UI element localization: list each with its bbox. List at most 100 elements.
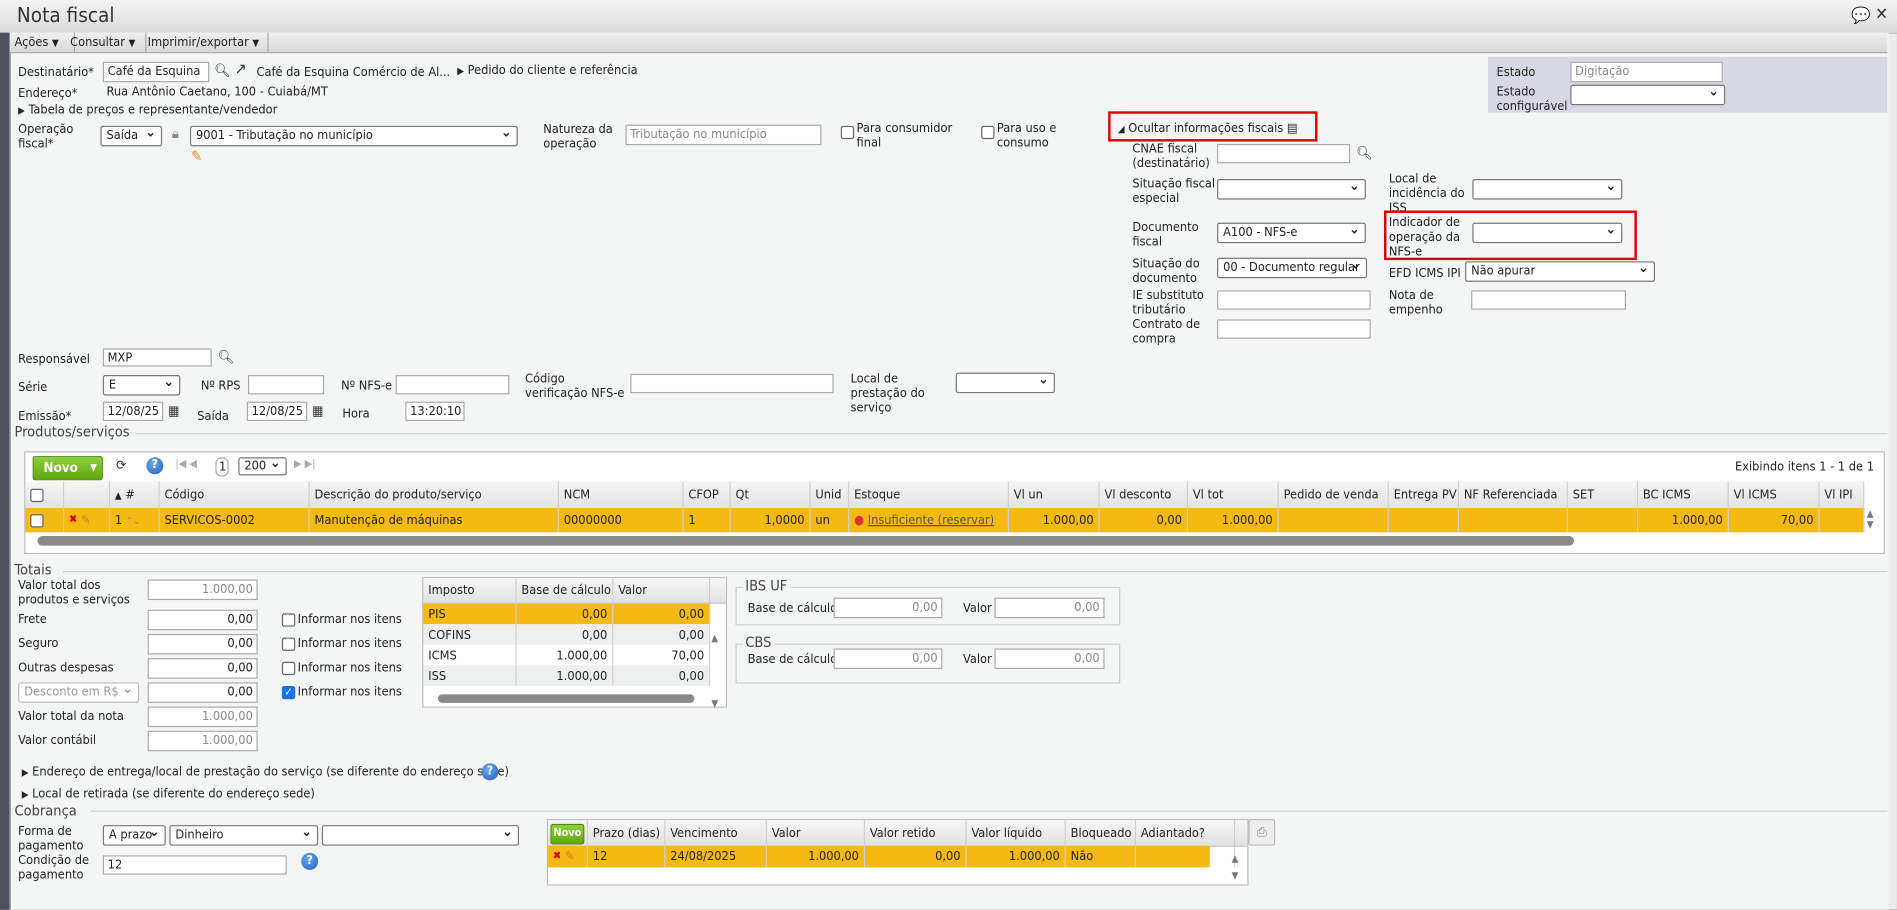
ie-substituto-input[interactable] bbox=[1217, 290, 1371, 310]
total-input[interactable]: 1.000,00 bbox=[147, 730, 258, 752]
consumidor-final-checkbox[interactable] bbox=[840, 125, 855, 140]
external-link-icon[interactable]: ↗ bbox=[235, 60, 247, 78]
destinatario-input[interactable]: Café da Esquina bbox=[102, 61, 210, 83]
serie-select[interactable]: E bbox=[102, 375, 181, 396]
ibs-base-input[interactable]: 0,00 bbox=[833, 597, 943, 619]
column-header[interactable]: Bloqueado bbox=[1066, 820, 1137, 846]
uso-consumo-checkbox[interactable] bbox=[981, 125, 995, 140]
table-row[interactable]: ✖ ✎ 1 ⌃⌄ SERVICOS-0002 Manutenção de máquin… bbox=[25, 508, 1865, 533]
tax-row[interactable]: ICMS 1.000,00 70,00 bbox=[423, 644, 711, 666]
total-input[interactable]: 0,00 bbox=[147, 609, 258, 631]
desconto-tipo-select[interactable]: Desconto em R$ bbox=[18, 682, 140, 703]
efd-select[interactable]: Não apurar bbox=[1465, 261, 1656, 282]
tabela-link[interactable]: ▶ Tabela de preços e representante/vende… bbox=[18, 103, 277, 119]
estoque-link[interactable]: Insuficiente (reservar) bbox=[868, 513, 994, 528]
column-header[interactable]: Entrega PV bbox=[1389, 481, 1460, 509]
menu-imprimir[interactable]: Imprimir/exportar ▼ bbox=[143, 32, 269, 53]
natureza-input[interactable]: Tributação no município bbox=[625, 124, 822, 146]
cnae-input[interactable] bbox=[1217, 143, 1351, 164]
vertical-scrollbar[interactable]: ▲ ▼ bbox=[1867, 508, 1882, 535]
refresh-icon[interactable]: ⟳ bbox=[116, 457, 126, 473]
novo-parcela-button[interactable]: Novo bbox=[550, 823, 585, 845]
local-iss-select[interactable] bbox=[1472, 179, 1623, 200]
search-icon[interactable]: 🔍︎ bbox=[1356, 145, 1373, 161]
cbs-base-input[interactable]: 0,00 bbox=[833, 648, 943, 670]
column-header[interactable]: CFOP bbox=[684, 481, 731, 509]
forma-meio-select[interactable]: Dinheiro bbox=[169, 825, 319, 846]
situacao-especial-select[interactable] bbox=[1217, 179, 1366, 200]
total-input[interactable]: 1.000,00 bbox=[147, 579, 258, 601]
column-header[interactable]: Pedido de venda bbox=[1279, 481, 1389, 509]
delete-icon[interactable]: ✖ bbox=[69, 514, 77, 526]
column-header[interactable]: Valor líquido bbox=[967, 820, 1066, 846]
nfse-input[interactable] bbox=[395, 375, 510, 395]
forma-tipo-select[interactable]: A prazo bbox=[102, 825, 166, 846]
forma-extra-select[interactable] bbox=[321, 825, 520, 846]
column-header[interactable]: Código bbox=[160, 481, 310, 509]
column-header[interactable]: Vl IPI bbox=[1820, 481, 1865, 509]
column-header[interactable]: NF Referenciada bbox=[1459, 481, 1568, 509]
local-prestacao-select[interactable] bbox=[955, 372, 1055, 394]
estado-input[interactable]: Digitação bbox=[1570, 61, 1723, 83]
search-icon[interactable]: 🔍︎ bbox=[218, 350, 235, 366]
condicao-input[interactable]: 12 bbox=[102, 855, 287, 875]
informar-checkbox[interactable] bbox=[281, 661, 296, 676]
column-header[interactable]: Valor bbox=[613, 578, 711, 603]
delete-icon[interactable]: ✖ bbox=[553, 850, 561, 862]
column-header[interactable]: Estoque bbox=[849, 481, 1009, 509]
help-icon[interactable]: ? bbox=[301, 852, 319, 870]
total-input[interactable]: 0,00 bbox=[147, 633, 258, 655]
column-header[interactable]: ▲ # bbox=[110, 481, 160, 509]
select-all-checkbox[interactable] bbox=[30, 488, 44, 502]
cbs-valor-input[interactable]: 0,00 bbox=[994, 648, 1105, 670]
total-input[interactable]: 0,00 bbox=[147, 658, 258, 679]
column-header[interactable]: Qt bbox=[731, 481, 811, 509]
column-header[interactable]: Unid bbox=[811, 481, 850, 509]
pencil-icon[interactable]: ✎ bbox=[191, 148, 202, 165]
column-header[interactable]: Imposto bbox=[423, 578, 517, 603]
page-input[interactable]: 1 bbox=[215, 457, 229, 477]
nota-empenho-input[interactable] bbox=[1471, 290, 1626, 310]
pencil-icon[interactable]: ✎ bbox=[81, 513, 91, 528]
menu-consultar[interactable]: Consultar ▼ bbox=[65, 32, 147, 53]
vertical-scrollbar[interactable]: ▲ ▼ bbox=[711, 606, 718, 737]
pencil-icon[interactable]: ✎ bbox=[565, 849, 575, 864]
situacao-documento-select[interactable]: 00 - Documento regular bbox=[1217, 257, 1368, 279]
column-header[interactable]: Vl desconto bbox=[1100, 481, 1189, 509]
column-header[interactable]: BC ICMS bbox=[1638, 481, 1729, 509]
print-icon[interactable]: ⎙ bbox=[1248, 819, 1276, 846]
column-header[interactable]: Vencimento bbox=[665, 820, 768, 846]
column-header[interactable]: Base de cálculo bbox=[517, 578, 614, 603]
total-input[interactable]: 0,00 bbox=[147, 682, 258, 703]
saida-input[interactable]: 12/08/25 bbox=[246, 401, 308, 422]
operacao-fiscal-select[interactable]: 9001 - Tributação no município bbox=[189, 125, 518, 147]
entrega-link[interactable]: ▶ Endereço de entrega/local de prestação… bbox=[22, 765, 509, 781]
codigo-verificacao-input[interactable] bbox=[630, 373, 834, 394]
rps-input[interactable] bbox=[248, 375, 325, 395]
documento-fiscal-select[interactable]: A100 - NFS-e bbox=[1217, 222, 1366, 244]
chat-icon[interactable]: 💬 bbox=[1851, 7, 1871, 25]
page-size-select[interactable]: 200 bbox=[238, 457, 287, 476]
horizontal-scrollbar[interactable] bbox=[37, 535, 1574, 546]
column-header[interactable]: Vl ICMS bbox=[1729, 481, 1820, 509]
close-icon[interactable]: ✕ bbox=[1875, 5, 1888, 24]
help-icon[interactable]: ? bbox=[146, 457, 164, 475]
tax-row[interactable]: COFINS 0,00 0,00 bbox=[423, 624, 711, 645]
emissao-input[interactable]: 12/08/25 bbox=[102, 401, 164, 422]
column-header[interactable]: NCM bbox=[559, 481, 684, 509]
indicador-select[interactable] bbox=[1472, 222, 1623, 244]
novo-produto-button[interactable]: Novo ▼ bbox=[32, 456, 103, 481]
hora-input[interactable]: 13:20:10 bbox=[405, 401, 465, 422]
ibs-valor-input[interactable]: 0,00 bbox=[994, 597, 1105, 619]
tax-row[interactable]: ISS 1.000,00 0,00 bbox=[423, 665, 711, 686]
ocultar-fiscal-toggle[interactable]: ◢ Ocultar informações fiscais ▤ bbox=[1118, 121, 1298, 137]
column-header[interactable]: Valor bbox=[767, 820, 866, 846]
operacao-tipo-select[interactable]: Saída bbox=[100, 125, 163, 147]
informar-checkbox[interactable] bbox=[281, 613, 296, 627]
next-page-icon[interactable]: ▶ ▶| bbox=[294, 459, 315, 471]
contrato-input[interactable] bbox=[1217, 319, 1371, 339]
horizontal-scrollbar[interactable] bbox=[437, 694, 695, 703]
estado-configuravel-select[interactable] bbox=[1570, 84, 1726, 106]
search-icon[interactable]: 🔍︎ bbox=[214, 63, 231, 79]
informar-checkbox[interactable] bbox=[281, 637, 296, 651]
